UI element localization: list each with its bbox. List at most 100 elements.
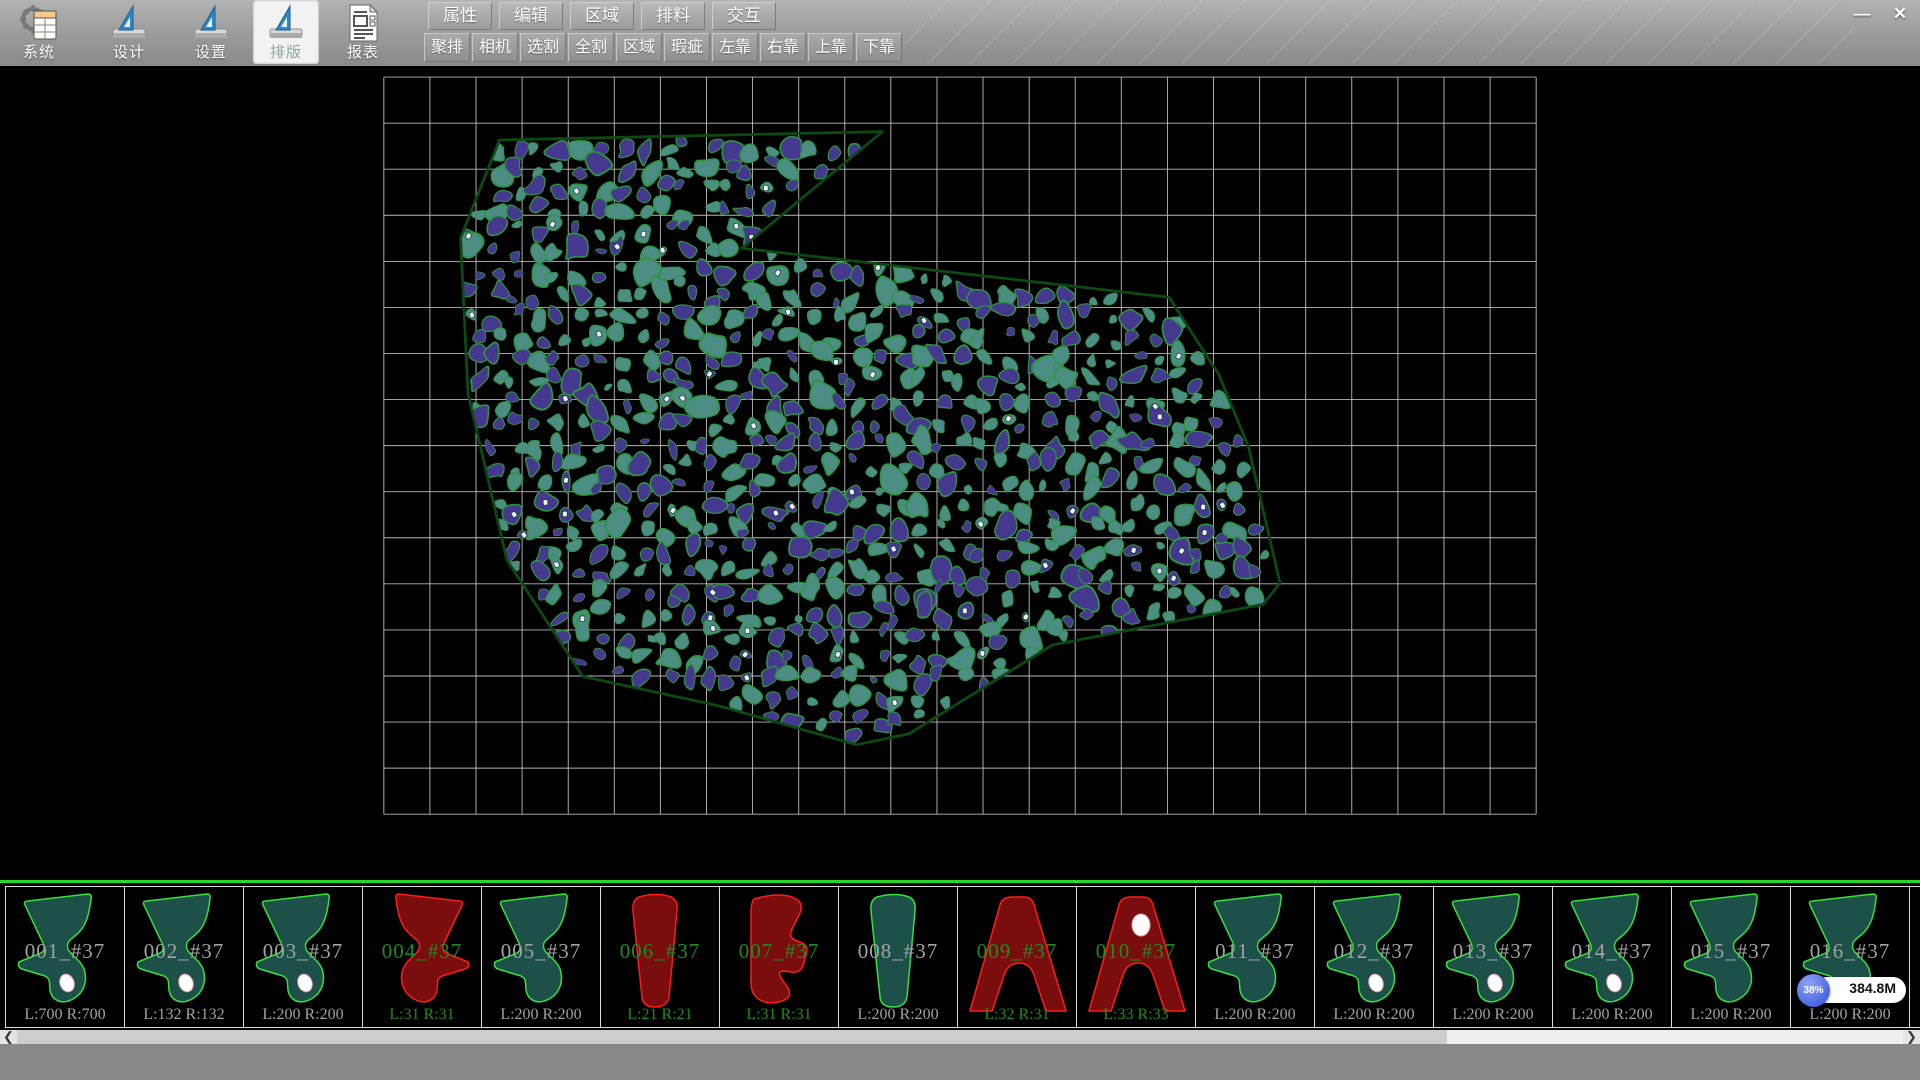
part-thumbnail[interactable]: [1909, 886, 1920, 1028]
app-button-settings[interactable]: 设置: [178, 0, 244, 64]
part-id-label: 012_#37: [1315, 939, 1433, 964]
part-hole: [1132, 914, 1150, 936]
part-thumbnail[interactable]: 013_#37 L:200 R:200: [1433, 886, 1553, 1028]
tool-select-cut[interactable]: 选割: [520, 33, 566, 62]
part-lr-stats: L:200 R:200: [1672, 1006, 1790, 1024]
parts-strip: 001_#37 L:700 R:700002_#37L:132 R:132003_…: [0, 878, 1920, 1030]
ruler-icon: [109, 3, 149, 43]
window-controls: — ✕: [1848, 3, 1914, 25]
part-id-label: 001_#37: [6, 939, 124, 964]
part-lr-stats: L:200 R:200: [1791, 1006, 1909, 1024]
part-lr-stats: L:33 R:33: [1077, 1006, 1195, 1024]
status-bar-filler: [0, 1044, 1920, 1080]
part-thumbnail[interactable]: 015_#37 L:200 R:200: [1671, 886, 1791, 1028]
tool-cut-all[interactable]: 全割: [568, 33, 614, 62]
part-thumbnail[interactable]: 016_#37 L:200 R:200: [1790, 886, 1910, 1028]
part-id-label: 005_#37: [482, 939, 600, 964]
memory-value: 384.8M: [1849, 980, 1896, 996]
part-id-label: 016_#37: [1791, 939, 1909, 964]
part-id-label: 004_#37: [363, 939, 481, 964]
part-lr-stats: L:700 R:700: [6, 1006, 124, 1024]
app-button-system[interactable]: 系统: [6, 0, 72, 64]
nesting-canvas[interactable]: [0, 66, 1920, 878]
app-button-label: 报表: [330, 41, 396, 62]
part-thumbnail[interactable]: 006_#37 L:21 R:21: [600, 886, 720, 1028]
minimize-button[interactable]: —: [1848, 3, 1876, 25]
scroll-right-arrow[interactable]: ❯: [1903, 1030, 1920, 1044]
part-id-label: 015_#37: [1672, 939, 1790, 964]
part-thumbnail[interactable]: 008_#37 L:200 R:200: [838, 886, 958, 1028]
part-lr-stats: L:200 R:200: [839, 1006, 957, 1024]
part-shape: [1914, 889, 1920, 1021]
part-lr-stats: L:200 R:200: [1196, 1006, 1314, 1024]
part-id-label: 010_#37: [1077, 939, 1195, 964]
part-thumbnail[interactable]: 011_#37 L:200 R:200: [1195, 886, 1315, 1028]
gear-table-icon: [19, 3, 59, 43]
horizontal-scrollbar[interactable]: ❮ ❯: [0, 1030, 1920, 1044]
part-id-label: 003_#37: [244, 939, 362, 964]
part-lr-stats: L:21 R:21: [601, 1006, 719, 1024]
tool-align-left[interactable]: 左靠: [712, 33, 758, 62]
part-thumbnail[interactable]: 009_#37L:32 R:31: [957, 886, 1077, 1028]
part-thumbnail[interactable]: 001_#37 L:700 R:700: [5, 886, 125, 1028]
part-lr-stats: L:200 R:200: [1434, 1006, 1552, 1024]
ruler-icon: [191, 3, 231, 43]
tool-defect[interactable]: 瑕疵: [664, 33, 710, 62]
part-lr-stats: L:200 R:200: [1553, 1006, 1671, 1024]
hide-outline: [461, 132, 1280, 745]
menu-bar: 属性 编辑 区域 排料 交互: [428, 2, 776, 30]
app-button-label: 系统: [6, 41, 72, 62]
part-thumbnail-list: 001_#37 L:700 R:700002_#37L:132 R:132003_…: [5, 886, 1920, 1026]
part-thumbnail[interactable]: 004_#37 L:31 R:31: [362, 886, 482, 1028]
tool-region[interactable]: 区域: [616, 33, 662, 62]
tool-camera[interactable]: 相机: [472, 33, 518, 62]
progress-percent-badge: 38%: [1797, 974, 1830, 1007]
app-button-report[interactable]: 报表: [330, 0, 396, 64]
tool-align-top[interactable]: 上靠: [808, 33, 854, 62]
part-lr-stats: L:200 R:200: [244, 1006, 362, 1024]
report-icon: [343, 3, 383, 43]
part-thumbnail[interactable]: 012_#37 L:200 R:200: [1314, 886, 1434, 1028]
part-id-label: 011_#37: [1196, 939, 1314, 964]
part-id-label: 006_#37: [601, 939, 719, 964]
nested-pieces: [449, 133, 1271, 746]
part-thumbnail[interactable]: 010_#37 L:33 R:33: [1076, 886, 1196, 1028]
main-toolbar: 系统 设计 设置: [0, 0, 1920, 68]
part-thumbnail[interactable]: 007_#37 L:31 R:31: [719, 886, 839, 1028]
part-id-label: 014_#37: [1553, 939, 1671, 964]
tool-bar: 聚排 相机 选割 全割 区域 瑕疵 左靠 右靠 上靠 下靠: [424, 33, 902, 61]
strip-top-border: [0, 880, 1920, 883]
hide-nesting-svg: [0, 66, 1920, 878]
part-lr-stats: L:32 R:31: [958, 1006, 1076, 1024]
tool-align-bottom[interactable]: 下靠: [856, 33, 902, 62]
part-lr-stats: L:200 R:200: [1315, 1006, 1433, 1024]
part-thumbnail[interactable]: 005_#37 L:200 R:200: [481, 886, 601, 1028]
menu-region[interactable]: 区域: [570, 2, 634, 30]
app-button-label: 排版: [253, 41, 319, 62]
part-lr-stats: L:31 R:31: [720, 1006, 838, 1024]
part-thumbnail[interactable]: 003_#37 L:200 R:200: [243, 886, 363, 1028]
part-lr-stats: L:200 R:200: [482, 1006, 600, 1024]
app-button-design[interactable]: 设计: [96, 0, 162, 64]
menu-interact[interactable]: 交互: [712, 2, 776, 30]
scroll-left-arrow[interactable]: ❮: [0, 1030, 17, 1044]
tool-cluster-nest[interactable]: 聚排: [424, 33, 470, 62]
app-button-layout-active[interactable]: 排版: [253, 0, 319, 64]
part-id-label: 007_#37: [720, 939, 838, 964]
ruler-icon: [266, 3, 306, 43]
part-thumbnail[interactable]: 002_#37L:132 R:132: [124, 886, 244, 1028]
part-lr-stats: L:132 R:132: [125, 1006, 243, 1024]
close-button[interactable]: ✕: [1886, 3, 1914, 25]
part-lr-stats: L:31 R:31: [363, 1006, 481, 1024]
menu-properties[interactable]: 属性: [428, 2, 492, 30]
scrollbar-thumb[interactable]: [17, 1030, 1447, 1044]
menu-edit[interactable]: 编辑: [499, 2, 563, 30]
part-thumbnail[interactable]: 014_#37 L:200 R:200: [1552, 886, 1672, 1028]
nesting-app-window: 系统 设计 设置: [0, 0, 1920, 1080]
app-button-label: 设置: [178, 41, 244, 62]
menu-nesting[interactable]: 排料: [641, 2, 705, 30]
titlebar-hatch-pattern: [905, 0, 1855, 64]
part-id-label: 013_#37: [1434, 939, 1552, 964]
tool-align-right[interactable]: 右靠: [760, 33, 806, 62]
part-id-label: 008_#37: [839, 939, 957, 964]
